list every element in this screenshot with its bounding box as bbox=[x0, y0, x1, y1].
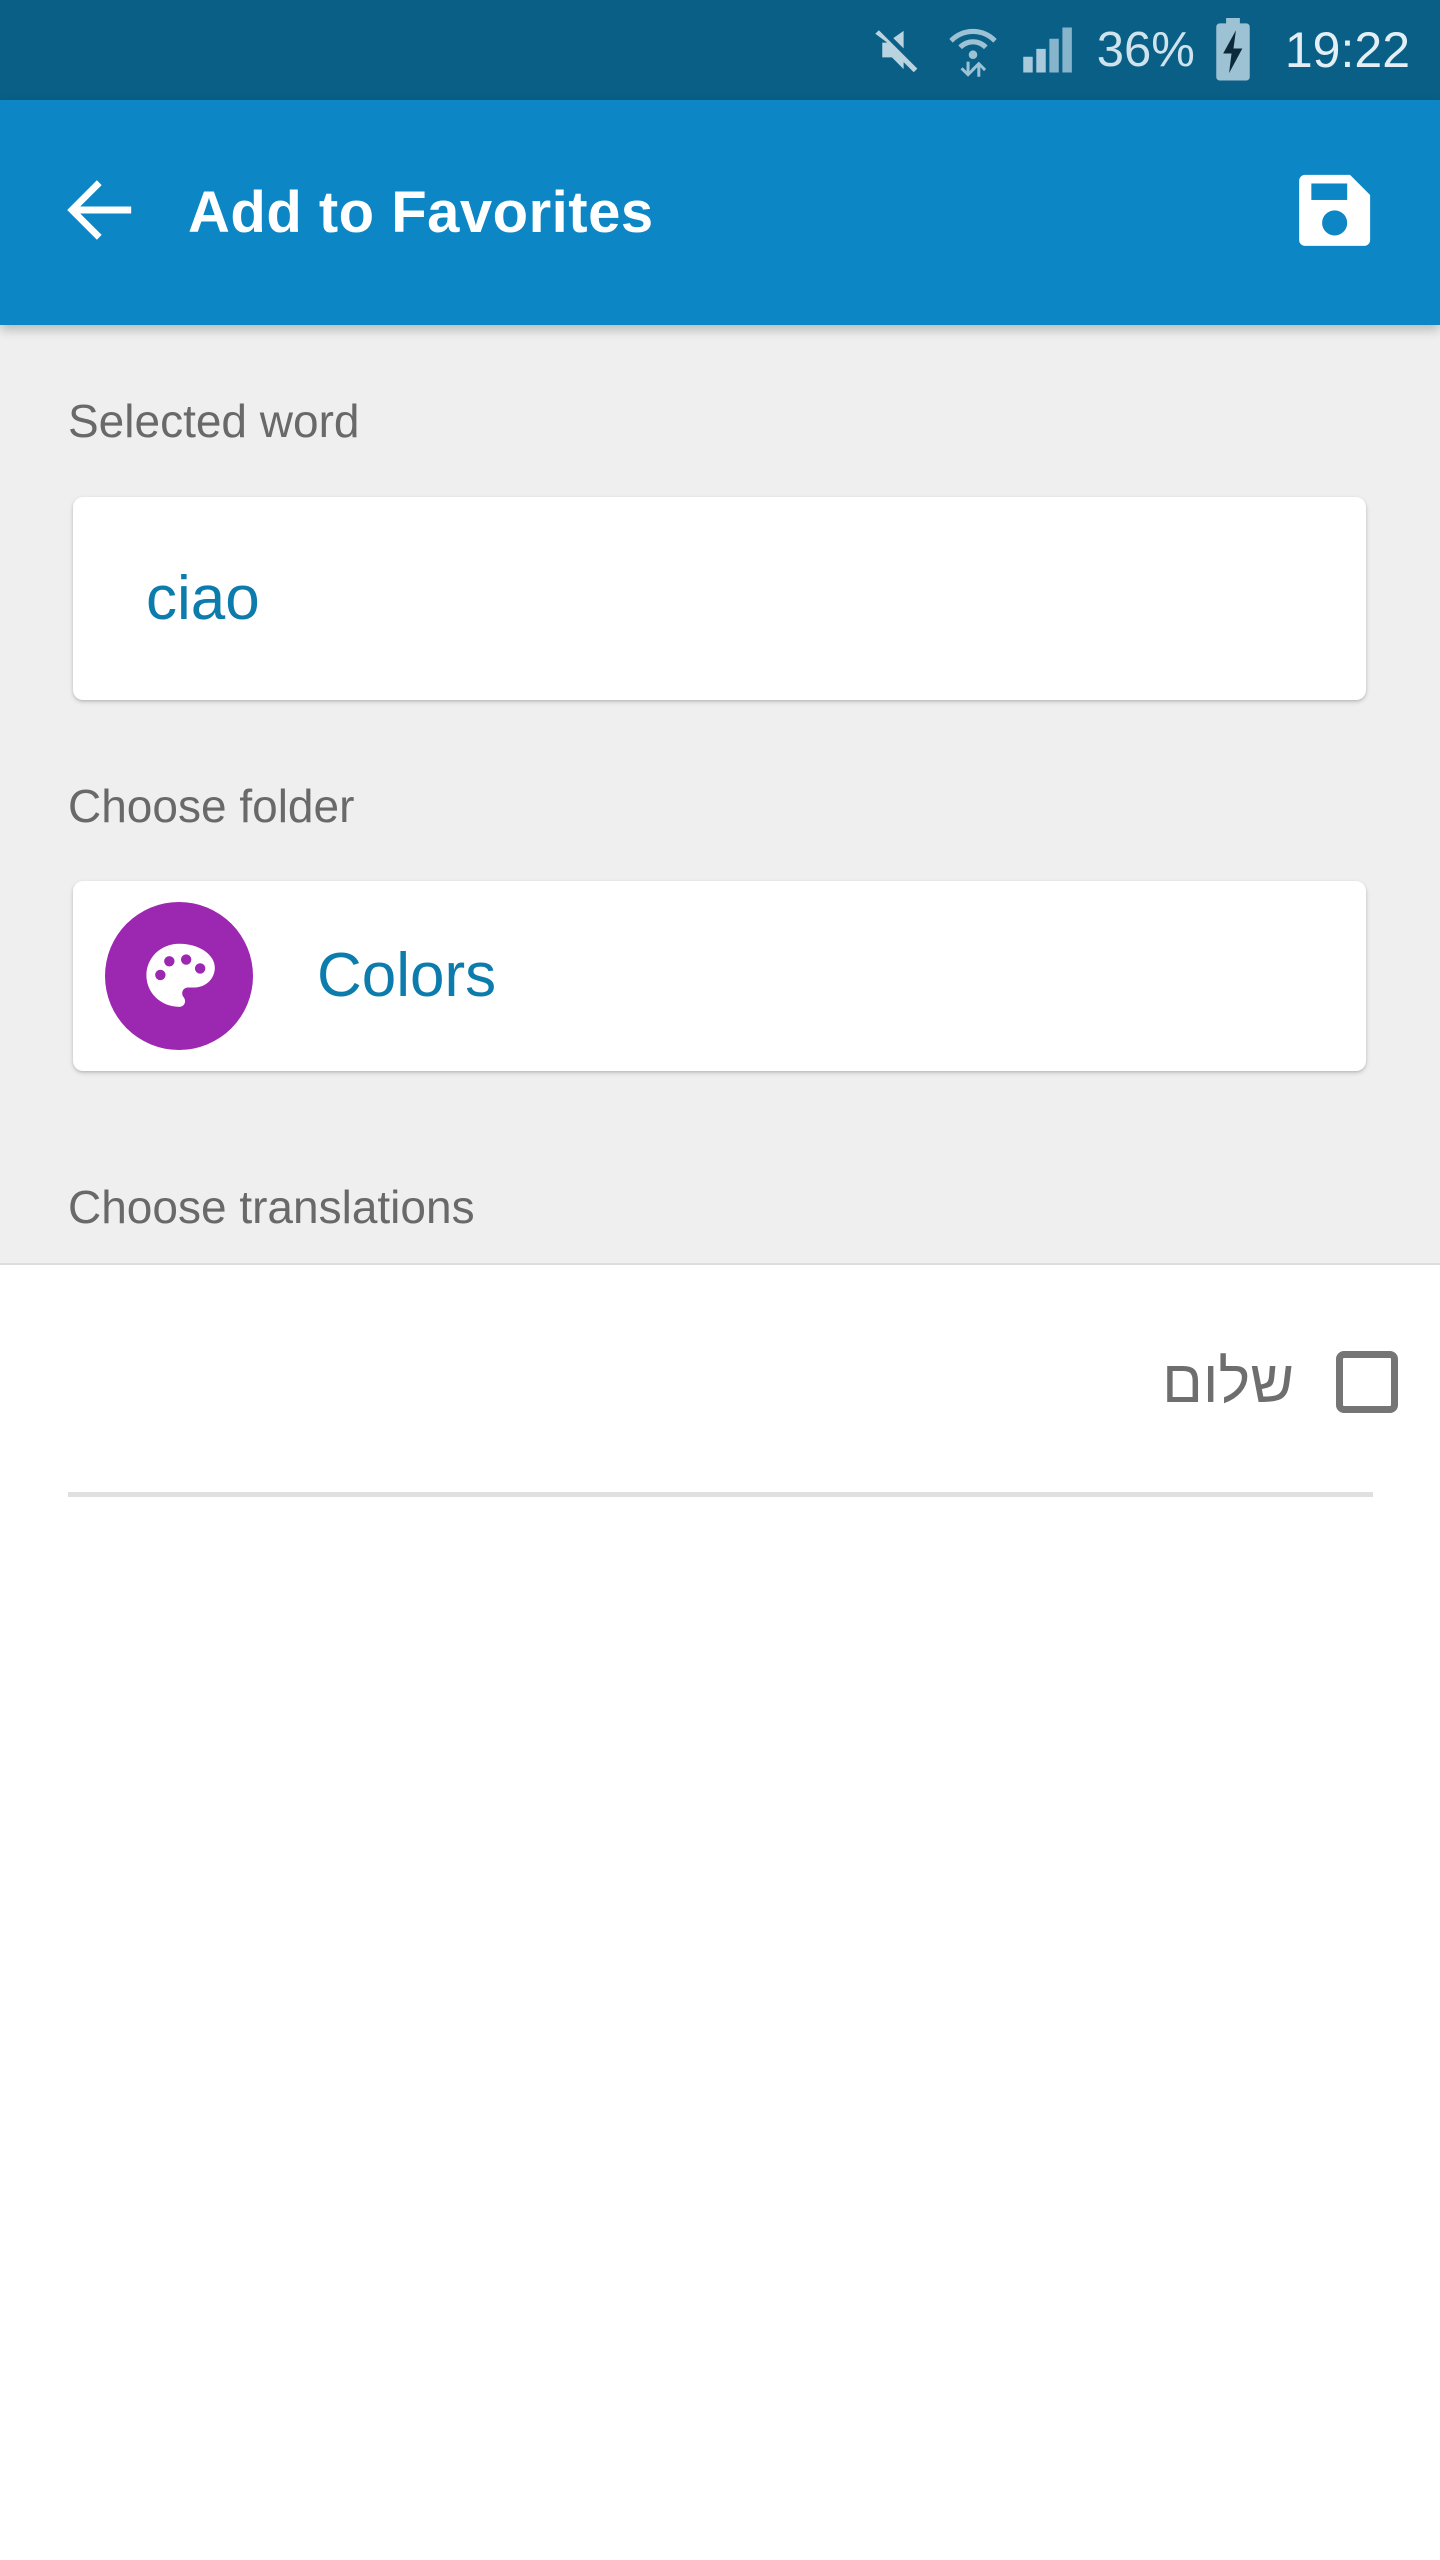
save-floppy-icon bbox=[1292, 167, 1378, 258]
palette-icon bbox=[105, 902, 253, 1050]
status-bar: 36% 19:22 bbox=[0, 0, 1440, 100]
battery-percent-label: 36% bbox=[1096, 22, 1195, 77]
list-divider bbox=[68, 1492, 1373, 1497]
selected-word-field[interactable]: ciao bbox=[73, 497, 1366, 700]
selected-word-value: ciao bbox=[146, 563, 260, 633]
save-button[interactable] bbox=[1280, 158, 1390, 268]
status-clock: 19:22 bbox=[1284, 22, 1410, 78]
signal-icon bbox=[1021, 24, 1075, 76]
back-button[interactable] bbox=[40, 153, 160, 273]
arrow-left-icon bbox=[56, 166, 144, 259]
translation-checkbox[interactable] bbox=[1336, 1351, 1398, 1413]
choose-folder-label: Choose folder bbox=[68, 780, 355, 832]
choose-translations-label: Choose translations bbox=[68, 1181, 475, 1233]
page-title: Add to Favorites bbox=[188, 180, 654, 245]
app-bar: Add to Favorites bbox=[0, 100, 1440, 325]
list-item[interactable]: שלום bbox=[0, 1267, 1440, 1497]
translation-text: שלום bbox=[1162, 1348, 1294, 1415]
mute-icon bbox=[871, 23, 925, 77]
folder-name: Colors bbox=[317, 941, 497, 1010]
wifi-icon bbox=[947, 22, 999, 78]
translations-list: שלום bbox=[0, 1267, 1440, 2560]
selected-word-label: Selected word bbox=[68, 395, 360, 447]
app-screen: 36% 19:22 Add to Favorites Selected word… bbox=[0, 0, 1440, 2560]
folder-selector[interactable]: Colors bbox=[73, 881, 1366, 1071]
battery-charging-icon bbox=[1213, 18, 1253, 82]
